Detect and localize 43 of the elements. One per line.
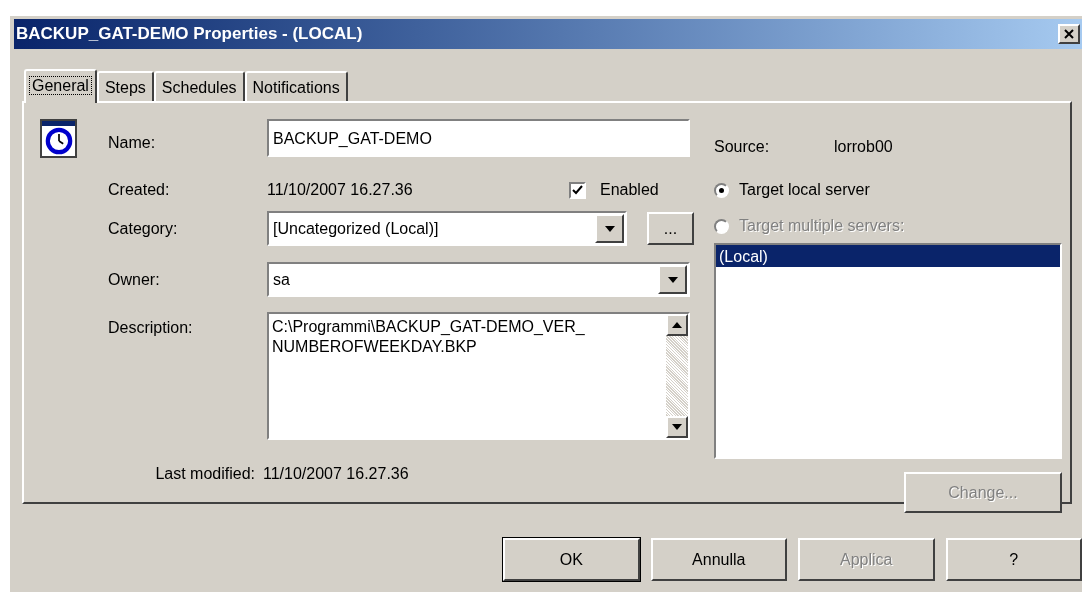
tab[interactable]: Schedules: [153, 71, 245, 101]
caret-icon: [604, 225, 615, 232]
dropdown[interactable]: sa: [267, 262, 690, 297]
enabled-label: Enabled: [600, 180, 659, 200]
description-text: C:\Programmi\BACKUP_GAT-DEMO_VER_ NUMBEROFWEEKDAY.BKP: [271, 317, 586, 357]
window-title: BACKUP_GAT-DEMO Properties - (LOCAL): [16, 23, 364, 46]
name-label: Name:: [108, 133, 157, 153]
scrollbar[interactable]: [666, 314, 688, 438]
close-icon: [1064, 29, 1074, 39]
owner-label: Owner:: [108, 269, 161, 290]
source-value: lorrob00: [834, 137, 893, 155]
description-field[interactable]: C:\Programmi\BACKUP_GAT-DEMO_VER_ NUMBEROFWEEKDAY.BKP: [267, 312, 690, 440]
job-clock-icon: [40, 119, 77, 158]
scroll-down-button[interactable]: [666, 416, 688, 438]
tab[interactable]: Notifications: [244, 71, 348, 101]
last-modified-label: Last modified:: [154, 464, 256, 484]
created-value: 11/10/2007 16.27.36: [267, 180, 414, 200]
dropdown-arrow-button[interactable]: [595, 214, 624, 243]
description-label: Description:: [108, 318, 194, 338]
down-arrow-icon: [672, 424, 682, 430]
scroll-up-button[interactable]: [666, 314, 688, 336]
last-modified-value: 11/10/2007 16.27.36: [263, 464, 409, 484]
tab[interactable]: Steps: [96, 71, 154, 101]
created-label: Created:: [108, 180, 171, 200]
dropdown-arrow-button[interactable]: [658, 265, 687, 294]
dropdown[interactable]: [Uncategorized (Local)]: [267, 211, 627, 246]
browse-button[interactable]: ...: [647, 212, 694, 245]
dialog-button[interactable]: OK: [503, 538, 640, 581]
name-field[interactable]: BACKUP_GAT-DEMO: [267, 119, 690, 157]
tab[interactable]: General: [24, 69, 97, 103]
server-list[interactable]: (Local): [714, 243, 1062, 459]
radio-option[interactable]: Target local server: [714, 177, 1062, 203]
dialog-button[interactable]: Annulla: [650, 538, 787, 581]
dropdown-value: [Uncategorized (Local)]: [272, 218, 440, 239]
dropdown-value: sa: [272, 269, 291, 290]
close-button[interactable]: [1058, 24, 1080, 44]
dialog-button[interactable]: ?: [945, 538, 1082, 581]
enabled-checkbox[interactable]: [569, 181, 586, 199]
up-arrow-icon: [672, 322, 682, 328]
caret-icon: [667, 276, 678, 283]
list-item[interactable]: (Local): [716, 245, 1060, 267]
source-label: Source:: [714, 137, 771, 155]
category-label: Category:: [108, 218, 179, 239]
